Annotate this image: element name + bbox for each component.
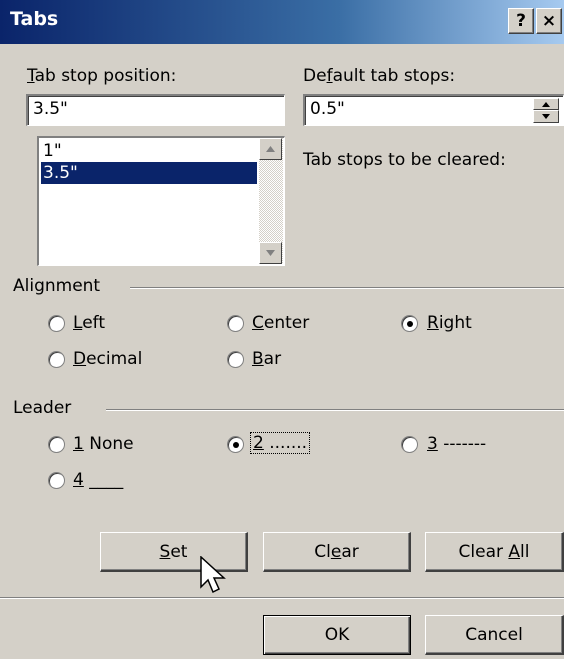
tab-stops-to-be-cleared-label: Tab stops to be cleared:: [303, 150, 506, 170]
alignment-divider: [130, 287, 564, 289]
spin-down-icon: [542, 114, 550, 119]
scroll-up-icon: [266, 146, 275, 152]
alignment-right-label[interactable]: Right: [427, 313, 472, 333]
cancel-button[interactable]: Cancel: [425, 615, 564, 655]
alignment-center-label[interactable]: Center: [252, 313, 309, 333]
bottom-divider: [0, 597, 564, 599]
alignment-left-radio[interactable]: [48, 315, 65, 332]
default-tab-stops-input[interactable]: 0.5": [303, 94, 564, 126]
spin-up-icon: [542, 102, 550, 107]
alignment-decimal-label[interactable]: Decimal: [73, 349, 142, 369]
help-icon: ?: [516, 11, 526, 31]
leader-dashes-label[interactable]: 3 -------: [427, 434, 486, 454]
leader-divider: [106, 409, 564, 411]
leader-none-label[interactable]: 1 None: [73, 434, 134, 454]
close-button[interactable]: ×: [536, 8, 562, 34]
spin-down-button[interactable]: [533, 110, 559, 123]
tab-stop-list[interactable]: 1" 3.5": [37, 136, 285, 266]
alignment-bar-label[interactable]: Bar: [252, 349, 281, 369]
alignment-group-label: Alignment: [13, 276, 101, 296]
leader-group-label: Leader: [13, 398, 72, 418]
list-item[interactable]: 1": [41, 140, 257, 162]
title-bar: [0, 0, 564, 44]
leader-underline-radio[interactable]: [48, 472, 65, 489]
alignment-bar-radio[interactable]: [227, 351, 244, 368]
tab-stop-position-input[interactable]: 3.5": [26, 94, 285, 126]
tab-stop-position-label: Tab stop position:: [27, 66, 177, 86]
scroll-down-button[interactable]: [259, 242, 282, 264]
clear-button[interactable]: Clear: [263, 532, 411, 572]
leader-none-radio[interactable]: [48, 436, 65, 453]
window-title: Tabs: [10, 8, 59, 30]
list-item-selected[interactable]: 3.5": [41, 162, 257, 184]
mouse-cursor-icon: [200, 556, 226, 594]
leader-dashes-radio[interactable]: [401, 436, 418, 453]
alignment-left-label[interactable]: Left: [73, 313, 105, 333]
help-button[interactable]: ?: [508, 8, 534, 34]
ok-button[interactable]: OK: [263, 615, 411, 655]
alignment-right-radio[interactable]: [401, 315, 418, 332]
list-scrollbar[interactable]: [259, 138, 283, 264]
leader-dots-label[interactable]: 2 .......: [250, 432, 311, 454]
leader-dots-radio[interactable]: [227, 436, 244, 453]
clear-all-button[interactable]: Clear All: [425, 532, 564, 572]
default-tab-stops-label: Default tab stops:: [303, 66, 456, 86]
spin-up-button[interactable]: [533, 98, 559, 110]
leader-underline-label[interactable]: 4 ____: [73, 470, 123, 490]
alignment-decimal-radio[interactable]: [48, 351, 65, 368]
alignment-center-radio[interactable]: [227, 315, 244, 332]
scroll-down-icon: [266, 250, 275, 256]
scroll-up-button[interactable]: [259, 138, 282, 160]
close-icon: ×: [541, 11, 557, 31]
